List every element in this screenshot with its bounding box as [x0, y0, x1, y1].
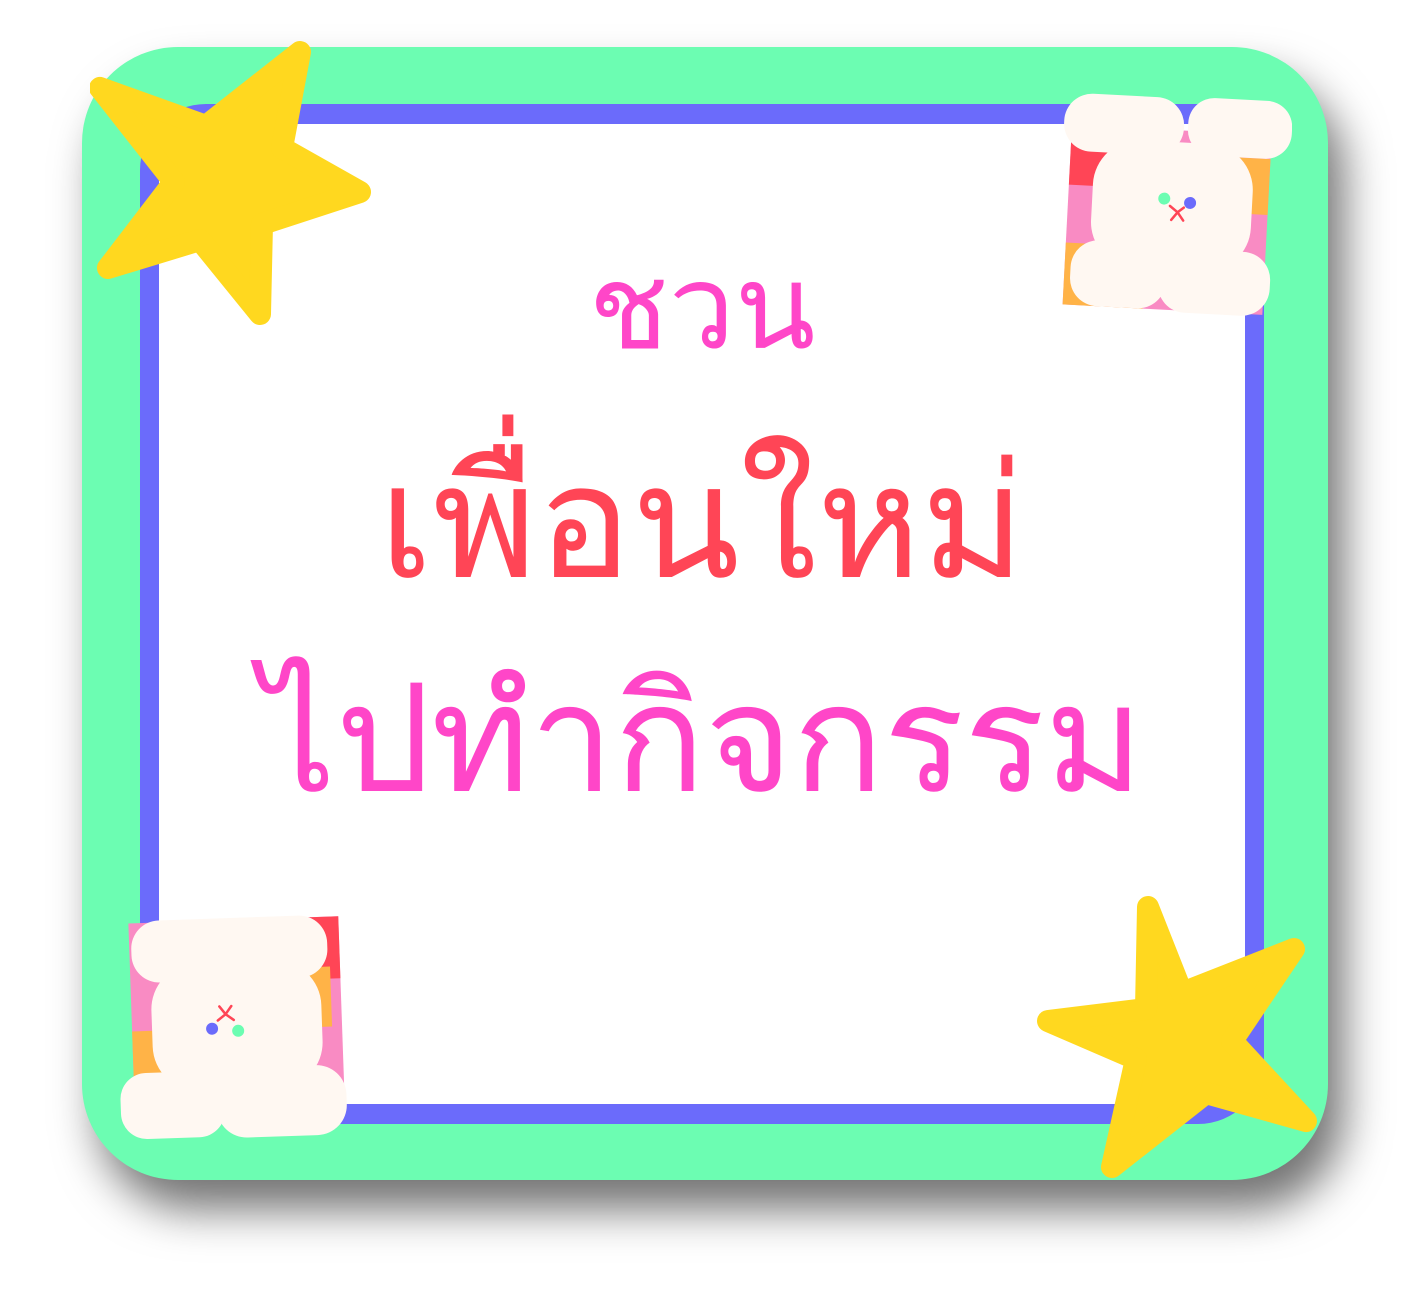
- bear-sticker-icon: [1062, 93, 1292, 316]
- headline-line-3: ไปทำกิจกรรม: [260, 653, 1144, 827]
- star-icon: [90, 41, 371, 325]
- bear-sticker-icon: [120, 915, 347, 1140]
- headline-line-2: เพื่อนใหม่: [378, 431, 1026, 615]
- star-icon: [1037, 896, 1317, 1178]
